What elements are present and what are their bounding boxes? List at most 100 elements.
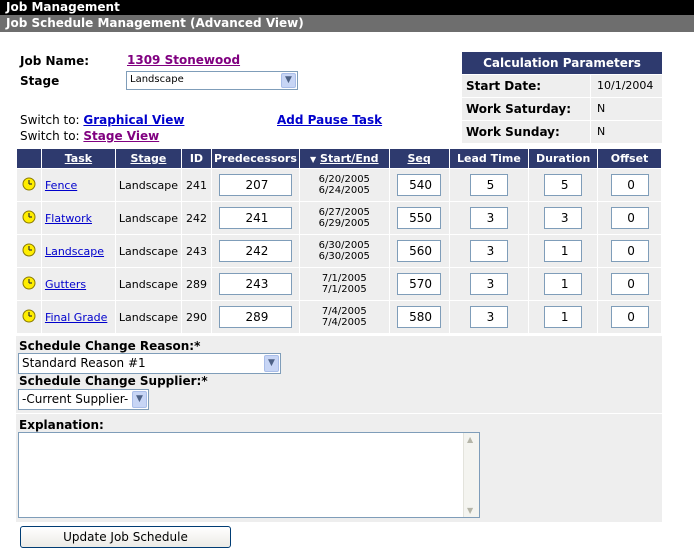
stage-cell: Landscape xyxy=(114,267,182,301)
offset-cell: 0 xyxy=(597,201,662,235)
supplier-label: Schedule Change Supplier:* xyxy=(19,374,208,388)
lead-time-input[interactable]: 5 xyxy=(469,174,508,196)
offset-input[interactable]: 0 xyxy=(610,240,649,262)
predecessors-input[interactable]: 207 xyxy=(218,174,292,196)
table-row: Landscape Landscape 243 242 6/30/2005 6/30/20… xyxy=(16,234,662,268)
lead-time-cell: 3 xyxy=(448,234,530,268)
duration-cell: 3 xyxy=(528,201,599,235)
start-date: 7/1/2005 xyxy=(321,273,367,284)
predecessors-cell: 242 xyxy=(210,234,300,268)
task-link[interactable]: Final Grade xyxy=(45,311,107,324)
header-start-end[interactable]: ▼ Start/End xyxy=(298,148,390,169)
work-sunday-label: Work Sunday: xyxy=(466,125,560,139)
predecessors-cell: 207 xyxy=(210,168,300,202)
start-end-cell: 7/1/2005 7/1/2005 xyxy=(298,267,390,301)
schedule-change-form: Schedule Change Reason:* Standard Reason… xyxy=(16,336,662,522)
header-task[interactable]: Task xyxy=(40,148,116,169)
header-icon-col xyxy=(16,148,42,169)
offset-input[interactable]: 0 xyxy=(610,207,649,229)
start-date-label: Start Date: xyxy=(466,79,542,93)
id-cell: 290 xyxy=(180,300,212,334)
task-link[interactable]: Gutters xyxy=(45,278,86,291)
header-offset: Offset xyxy=(597,148,662,169)
lead-time-input[interactable]: 3 xyxy=(469,273,508,295)
table-row: Final Grade Landscape 290 289 7/4/2005 7/4/20… xyxy=(16,300,662,334)
stage-select[interactable]: Landscape ▼ xyxy=(126,71,298,90)
end-date: 6/30/2005 xyxy=(318,251,370,262)
duration-input[interactable]: 5 xyxy=(544,174,583,196)
predecessors-input[interactable]: 289 xyxy=(218,306,292,328)
offset-input[interactable]: 0 xyxy=(610,273,649,295)
add-pause-task-link[interactable]: Add Pause Task xyxy=(277,113,382,127)
task-link[interactable]: Flatwork xyxy=(45,212,92,225)
offset-cell: 0 xyxy=(597,168,662,202)
work-saturday-label: Work Saturday: xyxy=(466,102,572,116)
task-link[interactable]: Landscape xyxy=(45,245,104,258)
duration-input[interactable]: 1 xyxy=(544,240,583,262)
seq-cell: 560 xyxy=(388,234,450,268)
explanation-textarea[interactable]: ▲ ▼ xyxy=(18,432,480,518)
seq-cell: 550 xyxy=(388,201,450,235)
table-row: Gutters Landscape 289 243 7/1/2005 7/1/2005 57… xyxy=(16,267,662,301)
table-row: Flatwork Landscape 242 241 6/27/2005 6/29/200… xyxy=(16,201,662,235)
start-date-value: 10/1/2004 xyxy=(590,75,662,97)
id-cell: 242 xyxy=(180,201,212,235)
duration-cell: 1 xyxy=(528,300,599,334)
predecessors-input[interactable]: 242 xyxy=(218,240,292,262)
task-cell-icon xyxy=(16,234,42,268)
lead-time-cell: 5 xyxy=(448,168,530,202)
start-date: 6/30/2005 xyxy=(318,240,370,251)
lead-time-input[interactable]: 3 xyxy=(469,207,508,229)
update-job-schedule-button[interactable]: Update Job Schedule xyxy=(20,526,231,548)
sort-desc-icon: ▼ xyxy=(310,155,317,164)
end-date: 6/24/2005 xyxy=(318,185,370,196)
reason-select[interactable]: Standard Reason #1 ▼ xyxy=(18,353,281,374)
predecessors-input[interactable]: 241 xyxy=(218,207,292,229)
start-end-cell: 6/27/2005 6/29/2005 xyxy=(298,201,390,235)
lead-time-input[interactable]: 3 xyxy=(469,240,508,262)
scroll-down-icon[interactable]: ▼ xyxy=(467,506,473,515)
header-stage[interactable]: Stage xyxy=(114,148,182,169)
clock-icon xyxy=(22,210,36,227)
stage-select-value: Landscape xyxy=(130,74,184,85)
duration-input[interactable]: 1 xyxy=(544,306,583,328)
graphical-view-link[interactable]: Graphical View xyxy=(83,113,184,127)
end-date: 6/29/2005 xyxy=(318,218,370,229)
lead-time-cell: 3 xyxy=(448,267,530,301)
header-duration: Duration xyxy=(528,148,599,169)
supplier-select[interactable]: -Current Supplier- ▼ xyxy=(18,389,149,410)
job-name-link[interactable]: 1309 Stonewood xyxy=(127,53,240,67)
seq-input[interactable]: 540 xyxy=(397,174,442,196)
scroll-up-icon[interactable]: ▲ xyxy=(467,435,473,444)
clock-icon xyxy=(22,309,36,326)
lead-time-input[interactable]: 3 xyxy=(469,306,508,328)
seq-input[interactable]: 550 xyxy=(397,207,442,229)
explanation-label: Explanation: xyxy=(19,418,104,432)
duration-input[interactable]: 1 xyxy=(544,273,583,295)
calc-row-start-date: Start Date: 10/1/2004 xyxy=(462,74,662,97)
duration-input[interactable]: 3 xyxy=(544,207,583,229)
seq-input[interactable]: 560 xyxy=(397,240,442,262)
scrollbar[interactable]: ▲ ▼ xyxy=(463,433,479,517)
seq-input[interactable]: 570 xyxy=(397,273,442,295)
header-seq[interactable]: Seq xyxy=(388,148,450,169)
offset-cell: 0 xyxy=(597,300,662,334)
switch-stage-row: Switch to: Stage View xyxy=(20,129,159,143)
stage-view-link[interactable]: Stage View xyxy=(83,129,159,143)
start-date: 7/4/2005 xyxy=(321,306,367,317)
clock-icon xyxy=(22,276,36,293)
clock-icon xyxy=(22,243,36,260)
start-end-cell: 6/30/2005 6/30/2005 xyxy=(298,234,390,268)
id-cell: 241 xyxy=(180,168,212,202)
clock-icon xyxy=(22,177,36,194)
offset-input[interactable]: 0 xyxy=(610,306,649,328)
predecessors-input[interactable]: 243 xyxy=(218,273,292,295)
calc-row-work-saturday: Work Saturday: N xyxy=(462,97,662,120)
start-end-cell: 6/20/2005 6/24/2005 xyxy=(298,168,390,202)
offset-input[interactable]: 0 xyxy=(610,174,649,196)
table-row: Fence Landscape 241 207 6/20/2005 6/24/2005 54… xyxy=(16,168,662,202)
start-date: 6/27/2005 xyxy=(318,207,370,218)
app-title: Job Management xyxy=(0,0,694,15)
task-link[interactable]: Fence xyxy=(45,179,77,192)
seq-input[interactable]: 580 xyxy=(397,306,442,328)
